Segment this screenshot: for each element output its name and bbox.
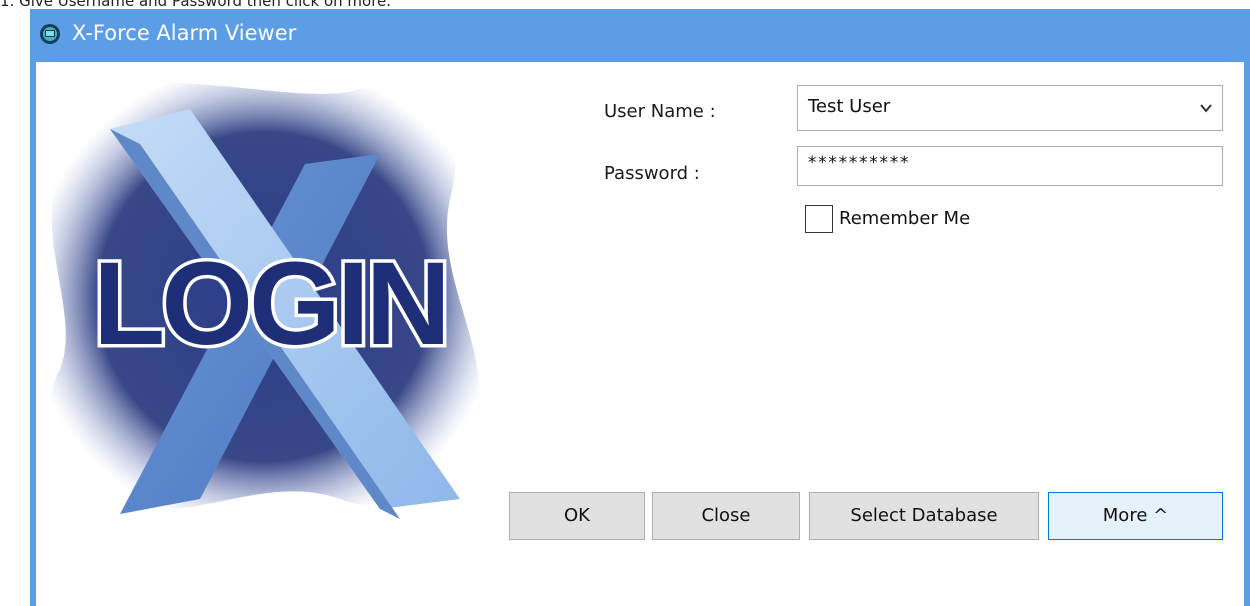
- password-field[interactable]: **********: [797, 146, 1223, 186]
- close-button[interactable]: Close: [652, 492, 800, 540]
- password-value: **********: [807, 153, 910, 173]
- user-name-value: Test User: [808, 96, 891, 117]
- login-window: X-Force Alarm Viewer LOGIN User Name : T…: [30, 9, 1250, 606]
- user-name-combobox[interactable]: Test User: [797, 85, 1223, 131]
- user-name-label: User Name :: [604, 101, 716, 122]
- select-database-button[interactable]: Select Database: [809, 492, 1039, 540]
- instruction-caption: 1. Give Username and Password then click…: [0, 0, 392, 9]
- remember-me-label[interactable]: Remember Me: [839, 208, 970, 229]
- logo-text: LOGIN: [93, 238, 447, 370]
- window-title: X-Force Alarm Viewer: [72, 21, 297, 45]
- ok-button[interactable]: OK: [509, 492, 645, 540]
- app-icon: [40, 24, 60, 44]
- x-login-logo: LOGIN: [48, 82, 480, 519]
- more-button[interactable]: More ^: [1048, 492, 1223, 540]
- title-bar[interactable]: X-Force Alarm Viewer: [30, 9, 1250, 62]
- remember-me-checkbox[interactable]: [805, 205, 833, 233]
- password-label: Password :: [604, 163, 700, 184]
- chevron-down-icon[interactable]: [1198, 100, 1214, 116]
